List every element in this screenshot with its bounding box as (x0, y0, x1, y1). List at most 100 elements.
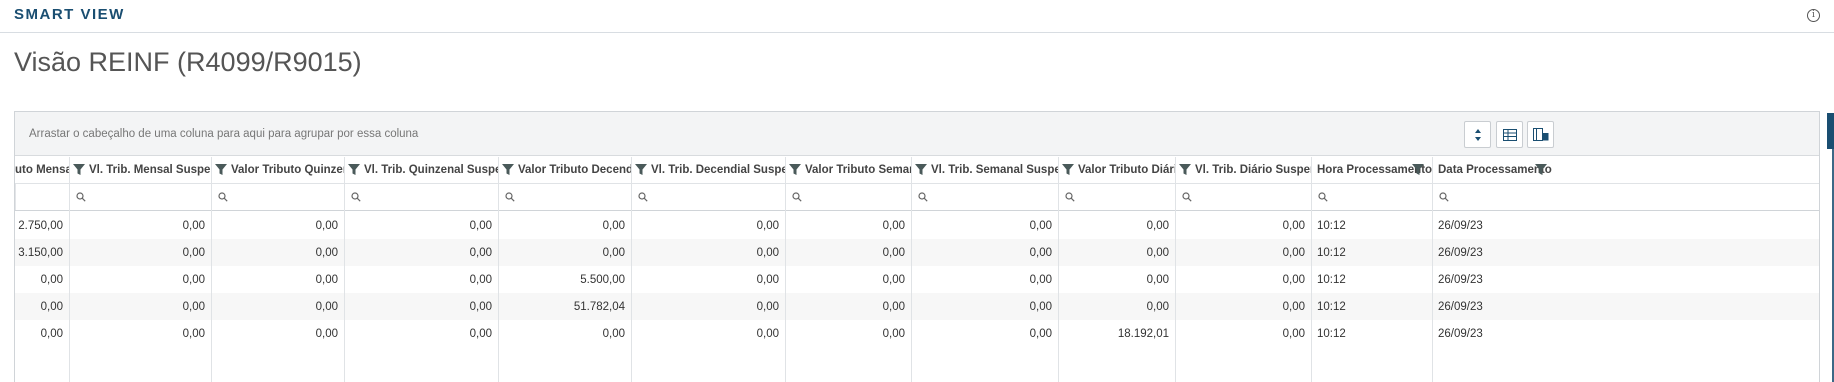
table-cell: 26/09/23 (1438, 274, 1483, 286)
table-row[interactable]: 3.150,00 0,00 0,00 0,00 0,00 0,00 0,00 0,00 0,00… (15, 239, 1819, 266)
table-cell: 10:12 (1317, 274, 1346, 286)
column-filter-input[interactable] (498, 184, 631, 210)
filter-funnel-icon[interactable] (502, 164, 514, 176)
column-header[interactable]: uto Mensal (15, 157, 69, 183)
table-cell: 5.500,00 (580, 274, 625, 286)
column-chooser-icon (1532, 128, 1548, 141)
table-cell: 26/09/23 (1438, 301, 1483, 313)
column-header[interactable]: Vl. Trib. Quinzenal Suspenso (344, 157, 498, 183)
column-filter-input[interactable] (211, 184, 344, 210)
filter-funnel-icon[interactable] (348, 164, 360, 176)
column-divider (1175, 157, 1176, 382)
column-header-label: Vl. Trib. Mensal Suspenso (89, 164, 211, 176)
column-header-row: uto Mensal Vl. Trib. Mensal Suspenso Valor… (15, 157, 1819, 184)
column-header[interactable]: Vl. Trib. Mensal Suspenso (69, 157, 211, 183)
table-cell: 0,00 (602, 328, 625, 340)
column-header[interactable]: Vl. Trib. Decendial Suspenso (631, 157, 785, 183)
filter-funnel-icon[interactable] (915, 164, 927, 176)
table-cell: 0,00 (1282, 328, 1305, 340)
filter-funnel-icon[interactable] (1062, 164, 1074, 176)
column-header[interactable]: Valor Tributo Diário (1058, 157, 1175, 183)
export-excel-button[interactable] (1496, 121, 1523, 148)
table-cell: 2.750,00 (18, 220, 63, 232)
table-row[interactable]: 2.750,00 0,00 0,00 0,00 0,00 0,00 0,00 0,00 0,00… (15, 212, 1819, 239)
table-cell: 0,00 (1146, 301, 1169, 313)
search-icon (638, 192, 648, 202)
table-cell: 0,00 (1146, 220, 1169, 232)
table-cell: 0,00 (1029, 301, 1052, 313)
filter-row (15, 184, 1819, 211)
column-divider (911, 157, 912, 382)
column-header-label: Valor Tributo Semanal (805, 164, 911, 176)
column-chooser-button[interactable] (1527, 121, 1554, 148)
column-filter-input[interactable] (69, 184, 211, 210)
table-cell: 0,00 (182, 274, 205, 286)
table-cell: 0,00 (182, 328, 205, 340)
filter-funnel-icon[interactable] (1179, 164, 1191, 176)
column-header[interactable]: Hora Processamento (1311, 157, 1432, 183)
column-filter-input[interactable] (1432, 184, 1555, 210)
filter-funnel-icon[interactable] (215, 164, 227, 176)
sort-arrows-icon (1474, 128, 1481, 141)
vertical-scrollbar-thumb[interactable] (1827, 113, 1834, 149)
group-panel[interactable]: Arrastar o cabeçalho de uma coluna para … (15, 112, 1819, 156)
table-row[interactable]: 0,00 0,00 0,00 0,00 5.500,00 0,00 0,00 0,00 0,00… (15, 266, 1819, 293)
table-cell: 0,00 (882, 274, 905, 286)
column-header[interactable]: Valor Tributo Semanal (785, 157, 911, 183)
column-header-label: Vl. Trib. Diário Suspenso (1195, 164, 1311, 176)
column-divider (69, 157, 70, 382)
column-divider (344, 157, 345, 382)
column-divider (1311, 157, 1312, 382)
column-filter-input[interactable] (15, 184, 69, 210)
table-cell: 0,00 (469, 301, 492, 313)
table-cell: 0,00 (182, 220, 205, 232)
table-cell: 0,00 (756, 220, 779, 232)
column-filter-input[interactable] (1058, 184, 1175, 210)
column-header-label: Valor Tributo Quinzenal (231, 164, 344, 176)
search-icon (1065, 192, 1075, 202)
table-cell: 0,00 (756, 274, 779, 286)
table-cell: 0,00 (315, 247, 338, 259)
filter-funnel-icon[interactable] (1535, 164, 1547, 176)
column-filter-input[interactable] (1311, 184, 1432, 210)
search-icon (1439, 192, 1449, 202)
table-cell: 0,00 (40, 274, 63, 286)
filter-funnel-icon[interactable] (1412, 164, 1424, 176)
table-cell: 0,00 (882, 301, 905, 313)
column-divider (785, 157, 786, 382)
column-filter-input[interactable] (785, 184, 911, 210)
column-filter-input[interactable] (344, 184, 498, 210)
table-cell: 0,00 (882, 328, 905, 340)
search-icon (76, 192, 86, 202)
table-cell: 0,00 (40, 328, 63, 340)
table-cell: 0,00 (882, 220, 905, 232)
column-header[interactable]: Valor Tributo Decendial (498, 157, 631, 183)
column-header-label: Valor Tributo Decendial (518, 164, 631, 176)
expand-rows-button[interactable] (1464, 121, 1491, 148)
column-divider (1432, 157, 1433, 382)
column-header[interactable]: Vl. Trib. Diário Suspenso (1175, 157, 1311, 183)
table-cell: 0,00 (1146, 274, 1169, 286)
search-icon (351, 192, 361, 202)
column-header-label: Valor Tributo Diário (1078, 164, 1175, 176)
table-cell: 0,00 (882, 247, 905, 259)
column-header[interactable]: Vl. Trib. Semanal Suspenso (911, 157, 1058, 183)
column-divider (211, 157, 212, 382)
column-header[interactable]: Valor Tributo Quinzenal (211, 157, 344, 183)
filter-funnel-icon[interactable] (73, 164, 85, 176)
table-cell: 0,00 (182, 247, 205, 259)
column-filter-input[interactable] (631, 184, 785, 210)
column-filter-input[interactable] (911, 184, 1058, 210)
column-header[interactable]: Data Processamento (1432, 157, 1555, 183)
table-row[interactable]: 0,00 0,00 0,00 0,00 0,00 0,00 0,00 0,00 18.192,0… (15, 320, 1819, 347)
search-icon (1182, 192, 1192, 202)
column-divider (631, 157, 632, 382)
column-header-label: Vl. Trib. Semanal Suspenso (931, 164, 1058, 176)
top-bar: SMART VIEW i (0, 0, 1834, 33)
table-row[interactable]: 0,00 0,00 0,00 0,00 51.782,04 0,00 0,00 0,00 0,0… (15, 293, 1819, 320)
info-icon[interactable]: i (1807, 9, 1820, 22)
filter-funnel-icon[interactable] (789, 164, 801, 176)
column-filter-input[interactable] (1175, 184, 1311, 210)
filter-funnel-icon[interactable] (635, 164, 647, 176)
table-cell: 0,00 (182, 301, 205, 313)
